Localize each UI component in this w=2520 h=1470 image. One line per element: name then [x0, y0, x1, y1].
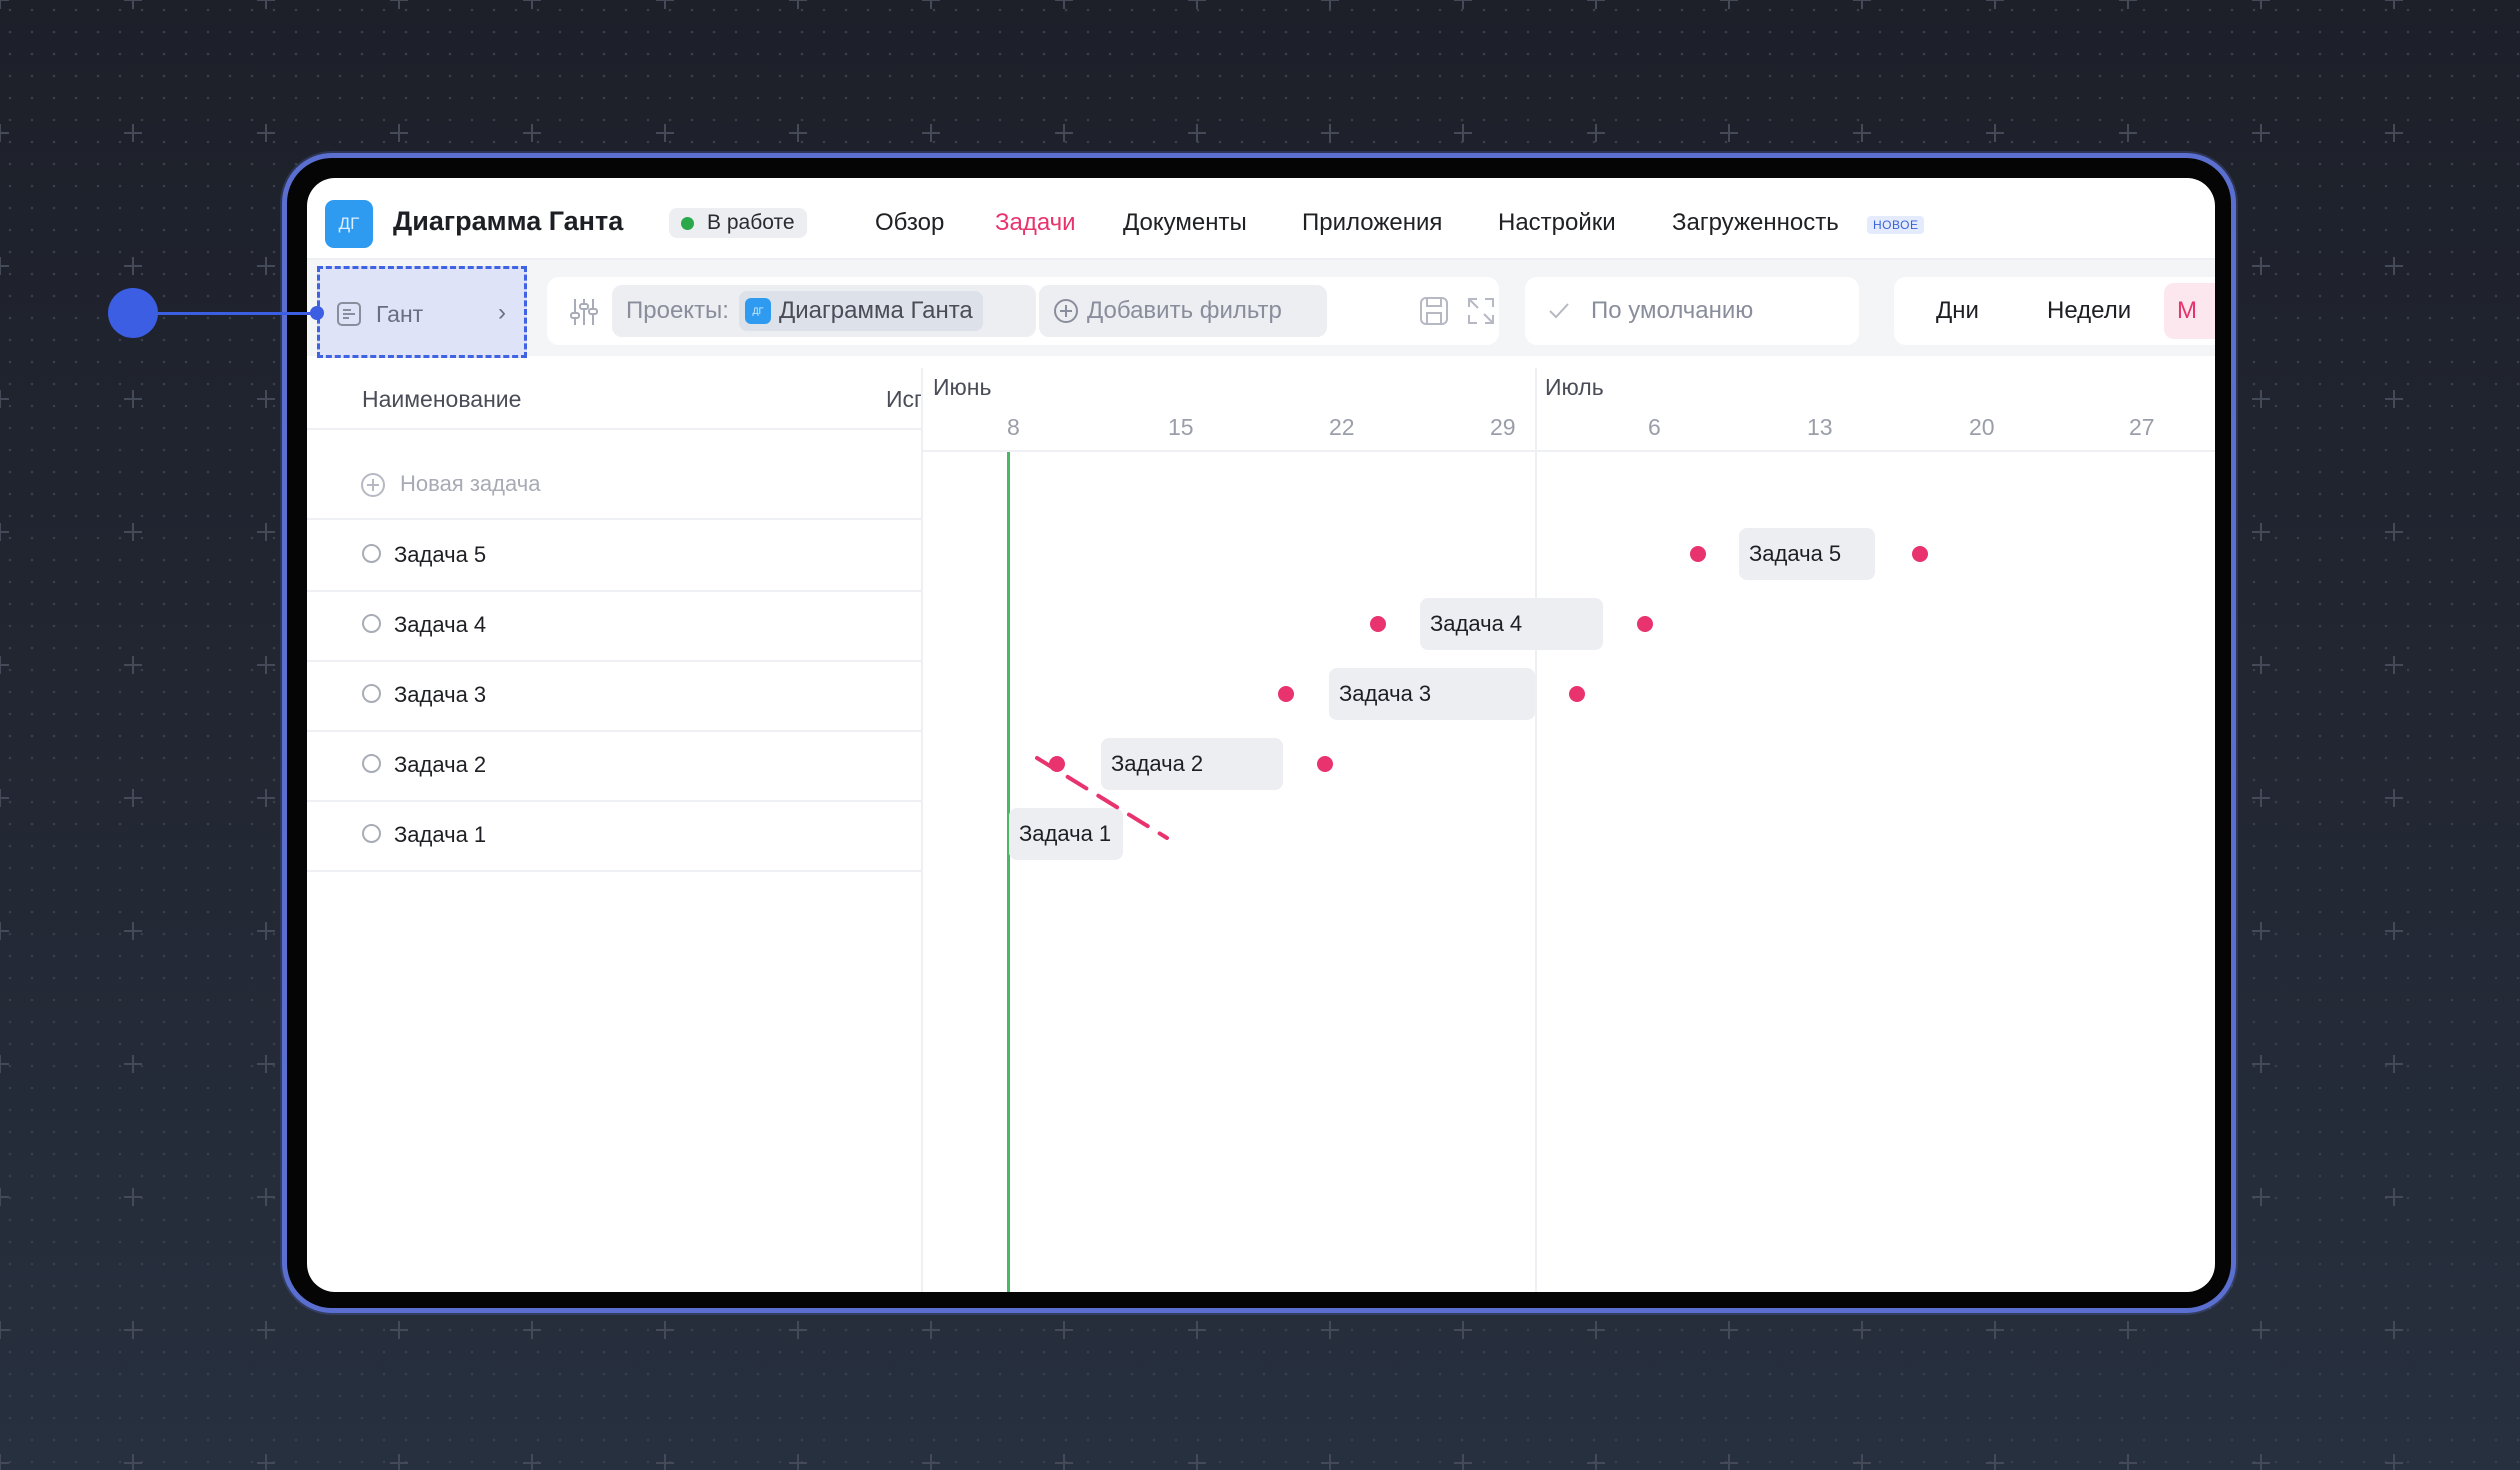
- table-row[interactable]: Задача 3: [307, 660, 921, 732]
- gantt-bar-task-5[interactable]: Задача 5: [1739, 528, 1875, 580]
- projects-filter[interactable]: Проекты: ДГ Диаграмма Ганта: [612, 285, 1036, 337]
- add-filter-label: Добавить фильтр: [1087, 297, 1282, 324]
- day-tick: 22: [1329, 414, 1355, 440]
- view-tab-gantt[interactable]: Гант ›: [317, 266, 527, 358]
- dependency-handle[interactable]: [1637, 616, 1653, 632]
- sliders-icon[interactable]: [567, 295, 601, 329]
- timeline-header-divider: [921, 450, 2215, 452]
- task-name: Задача 3: [394, 682, 487, 707]
- project-chip-avatar: ДГ: [744, 298, 771, 324]
- day-tick: 29: [1490, 414, 1516, 440]
- month-july: Июль: [1545, 374, 1604, 400]
- dependency-handle[interactable]: [1569, 686, 1585, 702]
- tab-tasks[interactable]: Задачи: [995, 209, 1076, 237]
- day-tick: 8: [1007, 414, 1020, 440]
- project-header: ДГ Диаграмма Ганта В работе Обзор Задачи…: [307, 178, 2215, 260]
- project-avatar[interactable]: ДГ: [325, 200, 373, 248]
- status-label: В работе: [707, 211, 795, 234]
- plus-circle-icon: [1054, 299, 1078, 323]
- status-badge[interactable]: В работе: [669, 208, 807, 238]
- gantt-bar-task-3[interactable]: Задача 3: [1329, 668, 1535, 720]
- dependency-handle[interactable]: [1049, 756, 1065, 772]
- task-checkbox[interactable]: [362, 824, 381, 843]
- scale-switcher: Дни Недели М: [1894, 277, 2215, 345]
- view-tab-content: Гант ›: [336, 289, 512, 339]
- column-assignee-header[interactable]: Исп: [886, 386, 921, 413]
- callout-anchor: [310, 306, 324, 320]
- month-separator: [1535, 368, 1537, 1292]
- dependency-handle[interactable]: [1317, 756, 1333, 772]
- task-name: Задача 5: [394, 542, 487, 567]
- scale-weeks[interactable]: Недели: [2047, 297, 2131, 325]
- view-tab-label: Гант: [376, 300, 424, 327]
- task-name: Задача 2: [394, 752, 487, 777]
- gantt-bar-task-4[interactable]: Задача 4: [1420, 598, 1603, 650]
- add-filter-button[interactable]: Добавить фильтр: [1039, 285, 1327, 337]
- list-timeline-divider[interactable]: [921, 368, 923, 1292]
- tab-overview[interactable]: Обзор: [875, 209, 944, 237]
- sort-label: По умолчанию: [1591, 297, 1754, 324]
- dependency-handle[interactable]: [1370, 616, 1386, 632]
- month-june: Июнь: [933, 374, 992, 400]
- chevron-right-icon: ›: [498, 299, 506, 326]
- add-task-icon[interactable]: [360, 472, 386, 498]
- day-tick: 15: [1168, 414, 1194, 440]
- project-chip[interactable]: ДГ Диаграмма Ганта: [738, 291, 983, 331]
- scale-days[interactable]: Дни: [1936, 297, 1979, 325]
- project-chip-label: Диаграмма Ганта: [778, 297, 973, 324]
- projects-label: Проекты:: [626, 297, 729, 324]
- task-checkbox[interactable]: [362, 754, 381, 773]
- task-name: Задача 4: [394, 612, 487, 637]
- day-tick: 13: [1807, 414, 1833, 440]
- app-window: ДГ Диаграмма Ганта В работе Обзор Задачи…: [307, 178, 2215, 1292]
- callout-pointer: [108, 288, 158, 338]
- today-marker: [1007, 452, 1010, 1292]
- gantt-icon: [337, 302, 361, 326]
- status-dot-icon: [681, 216, 694, 230]
- dependency-handle[interactable]: [1690, 546, 1706, 562]
- expand-icon[interactable]: [1465, 295, 1497, 327]
- table-row[interactable]: Задача 2: [307, 730, 921, 802]
- table-row[interactable]: Задача 4: [307, 590, 921, 662]
- gantt-bar-task-1[interactable]: Задача 1: [1009, 808, 1123, 860]
- dependency-handle[interactable]: [1912, 546, 1928, 562]
- day-tick: 6: [1648, 414, 1661, 440]
- task-checkbox[interactable]: [362, 544, 381, 563]
- column-name-header[interactable]: Наименование: [362, 386, 521, 413]
- callout-connector: [150, 312, 316, 315]
- gantt-bar-task-2[interactable]: Задача 2: [1101, 738, 1283, 790]
- sort-select[interactable]: По умолчанию: [1525, 277, 1859, 345]
- tab-settings[interactable]: Настройки: [1498, 209, 1616, 237]
- table-row[interactable]: Задача 1: [307, 800, 921, 872]
- task-checkbox[interactable]: [362, 684, 381, 703]
- new-task-button[interactable]: Новая задача: [400, 471, 540, 497]
- day-tick: 20: [1969, 414, 1995, 440]
- check-icon: [1549, 303, 1569, 319]
- table-row[interactable]: Задача 5: [307, 520, 921, 592]
- filter-bar: Проекты: ДГ Диаграмма Ганта Добавить фил…: [547, 277, 1499, 345]
- list-header-divider: [307, 428, 921, 430]
- tab-documents[interactable]: Документы: [1123, 209, 1247, 237]
- task-name: Задача 1: [394, 822, 487, 847]
- day-tick: 27: [2129, 414, 2155, 440]
- tab-workload[interactable]: Загруженность: [1672, 209, 1839, 237]
- project-title: Диаграмма Ганта: [393, 206, 624, 236]
- scale-months[interactable]: М: [2177, 297, 2197, 325]
- save-icon[interactable]: [1418, 295, 1450, 327]
- dependency-handle[interactable]: [1278, 686, 1294, 702]
- tab-apps[interactable]: Приложения: [1302, 209, 1442, 237]
- new-badge: НОВОЕ: [1867, 216, 1925, 234]
- task-checkbox[interactable]: [362, 614, 381, 633]
